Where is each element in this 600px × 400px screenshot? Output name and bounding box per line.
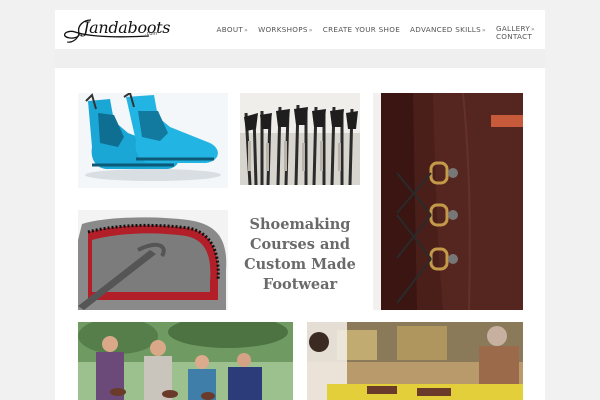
grey-shoe-image xyxy=(78,210,228,310)
nav-create-your-shoe[interactable]: CREATE YOUR SHOE xyxy=(323,25,400,40)
nav-about[interactable]: ABOUT» xyxy=(217,25,249,40)
nav-contact[interactable]: CONTACT xyxy=(496,33,535,40)
gallery-image-workshop[interactable] xyxy=(307,322,523,400)
tools-image xyxy=(240,93,360,185)
nav-advanced-skills[interactable]: ADVANCED SKILLS» xyxy=(410,25,486,40)
main-nav: ABOUT» WORKSHOPS» CREATE YOUR SHOE ADVAN… xyxy=(207,25,535,40)
hero-headline: Shoemaking Courses and Custom Made Footw… xyxy=(244,216,356,293)
site-logo[interactable]: Jandaboots .com xyxy=(61,16,171,46)
gallery-image-group-photo[interactable] xyxy=(78,322,293,400)
nav-stack: GALLERY» CONTACT xyxy=(486,25,535,40)
workshop-image xyxy=(307,322,523,400)
page-container: Jandaboots .com ABOUT» WORKSHOPS» CREATE… xyxy=(55,10,545,400)
nav-workshops[interactable]: WORKSHOPS» xyxy=(258,25,313,40)
blue-shoes-image xyxy=(85,93,221,181)
brown-boot-image xyxy=(373,93,523,310)
group-photo-image xyxy=(78,322,293,400)
gallery-image-grey-shoe[interactable] xyxy=(78,210,228,310)
site-header: Jandaboots .com ABOUT» WORKSHOPS» CREATE… xyxy=(55,10,545,49)
gallery-image-brown-boot[interactable] xyxy=(373,93,523,310)
gallery-image-tools[interactable] xyxy=(240,93,360,185)
header-band xyxy=(55,49,545,68)
chevron-icon: » xyxy=(244,27,249,34)
chevron-icon: » xyxy=(308,27,313,34)
gallery-image-blue-shoes[interactable] xyxy=(78,93,228,188)
logo-suffix: .com xyxy=(145,31,158,37)
